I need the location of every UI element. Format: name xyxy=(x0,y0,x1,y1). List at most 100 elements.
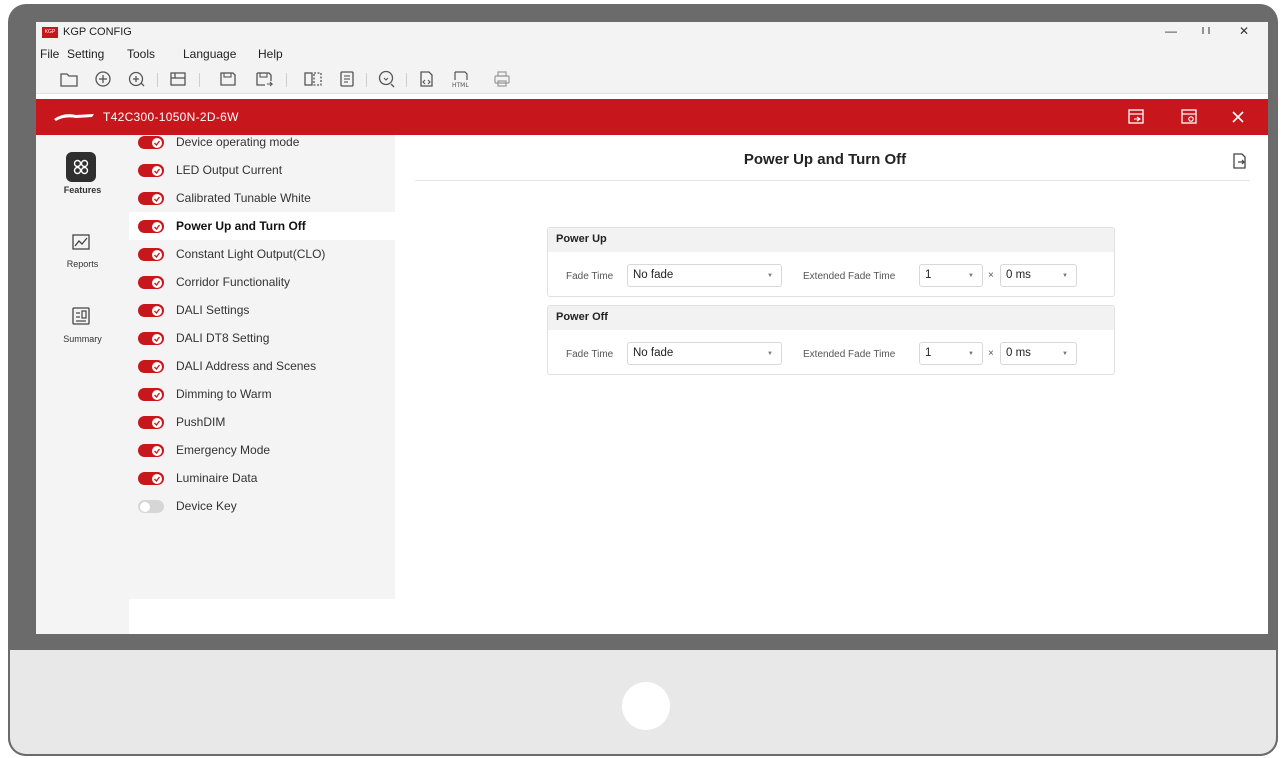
feature-toggle[interactable] xyxy=(138,248,164,261)
chevron-down-icon: ▼ xyxy=(767,351,773,357)
power-off-panel: Power Off Fade Time No fade ▼ Extended F… xyxy=(547,305,1115,375)
fade-time-label: Fade Time xyxy=(566,349,614,360)
feature-label: Device Key xyxy=(176,499,237,513)
check-icon xyxy=(152,277,162,288)
page-title: Power Up and Turn Off xyxy=(743,151,907,168)
feature-toggle[interactable] xyxy=(138,276,164,289)
app-logo-icon: KGP xyxy=(42,27,58,38)
save-icon[interactable] xyxy=(217,69,239,89)
feature-toggle[interactable] xyxy=(138,388,164,401)
power-off-extended-base-select[interactable]: 0 ms ▼ xyxy=(1000,342,1077,365)
compare-icon[interactable] xyxy=(302,69,324,89)
feature-toggle[interactable] xyxy=(138,304,164,317)
power-up-extended-multiplier-select[interactable]: 1 ▼ xyxy=(919,264,983,287)
menu-tools[interactable]: Tools xyxy=(127,47,155,61)
document-icon[interactable] xyxy=(336,69,358,89)
toolbar-separator xyxy=(157,73,158,87)
add-device-icon[interactable] xyxy=(126,69,148,89)
open-folder-icon[interactable] xyxy=(58,69,80,89)
summary-icon xyxy=(66,301,96,331)
feature-item-dali-dt8-setting[interactable]: DALI DT8 Setting xyxy=(129,324,395,352)
minimize-button[interactable]: — xyxy=(1161,24,1181,38)
feature-item-led-output-current[interactable]: LED Output Current xyxy=(129,156,395,184)
extended-fade-time-label: Extended Fade Time xyxy=(803,271,896,282)
menu-setting[interactable]: Setting xyxy=(67,47,104,61)
feature-label: Corridor Functionality xyxy=(176,275,291,289)
feature-item-device-key[interactable]: Device Key xyxy=(129,492,395,520)
reports-chart-icon xyxy=(66,227,96,257)
menu-language[interactable]: Language xyxy=(183,47,236,61)
panel-header: Power Off xyxy=(548,306,1114,330)
device-upload-icon[interactable] xyxy=(1126,107,1146,127)
check-icon xyxy=(152,249,162,260)
nav-reports[interactable]: Reports xyxy=(36,227,129,287)
check-icon xyxy=(152,221,162,232)
fade-time-label: Fade Time xyxy=(566,271,614,282)
feature-toggle[interactable] xyxy=(138,444,164,457)
feature-toggle[interactable] xyxy=(138,360,164,373)
close-device-icon[interactable] xyxy=(1228,107,1248,127)
export-icon[interactable] xyxy=(1231,152,1249,170)
feature-item-device-operating-mode[interactable]: Device operating mode xyxy=(129,128,395,156)
feature-toggle[interactable] xyxy=(138,136,164,149)
feature-toggle[interactable] xyxy=(138,192,164,205)
power-off-extended-multiplier-select[interactable]: 1 ▼ xyxy=(919,342,983,365)
power-up-fade-time-select[interactable]: No fade ▼ xyxy=(627,264,782,287)
close-window-button[interactable]: ✕ xyxy=(1234,24,1254,38)
feature-item-dimming-to-warm[interactable]: Dimming to Warm xyxy=(129,380,395,408)
chevron-down-icon: ▼ xyxy=(1062,351,1068,357)
read-icon[interactable] xyxy=(167,69,189,89)
feature-item-calibrated-tunable-white[interactable]: Calibrated Tunable White xyxy=(129,184,395,212)
feature-toggle[interactable] xyxy=(138,332,164,345)
feature-label: Power Up and Turn Off xyxy=(176,219,306,233)
power-up-extended-base-select[interactable]: 0 ms ▼ xyxy=(1000,264,1077,287)
nav-summary[interactable]: Summary xyxy=(36,301,129,361)
check-icon xyxy=(152,473,162,484)
feature-content: Power Up and Turn Off Power Up Fade Time… xyxy=(395,135,1268,634)
feature-item-emergency-mode[interactable]: Emergency Mode xyxy=(129,436,395,464)
multiply-symbol: × xyxy=(988,348,994,359)
feature-item-corridor-functionality[interactable]: Corridor Functionality xyxy=(129,268,395,296)
export-code-icon[interactable] xyxy=(415,69,437,89)
menu-bar: File Setting Tools Language Help xyxy=(36,44,1268,64)
divider xyxy=(415,180,1250,181)
nav-features[interactable]: Features xyxy=(36,152,129,212)
add-circle-icon[interactable] xyxy=(92,69,114,89)
monitor-power-dot xyxy=(622,682,670,730)
feature-item-power-up-and-turn-off[interactable]: Power Up and Turn Off xyxy=(129,212,395,240)
select-value: No fade xyxy=(633,347,674,359)
feature-toggle[interactable] xyxy=(138,472,164,485)
save-as-icon[interactable] xyxy=(253,69,275,89)
feature-item-luminaire-data[interactable]: Luminaire Data xyxy=(129,464,395,492)
power-off-fade-time-select[interactable]: No fade ▼ xyxy=(627,342,782,365)
feature-label: Dimming to Warm xyxy=(176,387,272,401)
feature-label: Constant Light Output(CLO) xyxy=(176,247,326,261)
feature-item-dali-settings[interactable]: DALI Settings xyxy=(129,296,395,324)
toolbar: HTML xyxy=(36,64,1268,94)
feature-toggle[interactable] xyxy=(138,500,164,513)
maximize-button[interactable] xyxy=(1196,24,1216,39)
check-icon xyxy=(152,193,162,204)
title-bar: KGP KGP CONFIG — ✕ xyxy=(36,22,1268,44)
feature-item-constant-light-output[interactable]: Constant Light Output(CLO) xyxy=(129,240,395,268)
feature-item-dali-address-and-scenes[interactable]: DALI Address and Scenes xyxy=(129,352,395,380)
device-settings-icon[interactable] xyxy=(1179,107,1199,127)
print-icon[interactable] xyxy=(491,69,513,89)
menu-file[interactable]: File xyxy=(40,47,59,61)
panel-header: Power Up xyxy=(548,228,1114,252)
read-device-icon[interactable] xyxy=(376,69,398,89)
nav-features-label: Features xyxy=(63,185,102,195)
select-value: 1 xyxy=(925,347,932,359)
feature-toggle[interactable] xyxy=(138,220,164,233)
select-value: No fade xyxy=(633,269,674,281)
menu-help[interactable]: Help xyxy=(258,47,283,61)
nav-reports-label: Reports xyxy=(66,259,99,269)
feature-toggle[interactable] xyxy=(138,416,164,429)
check-icon xyxy=(152,137,162,148)
html-export-icon[interactable]: HTML xyxy=(450,69,472,89)
feature-toggle[interactable] xyxy=(138,164,164,177)
check-icon xyxy=(152,165,162,176)
left-nav: Features Reports Summary xyxy=(36,135,129,634)
feature-item-pushdim[interactable]: PushDIM xyxy=(129,408,395,436)
app-title: KGP CONFIG xyxy=(63,26,132,38)
